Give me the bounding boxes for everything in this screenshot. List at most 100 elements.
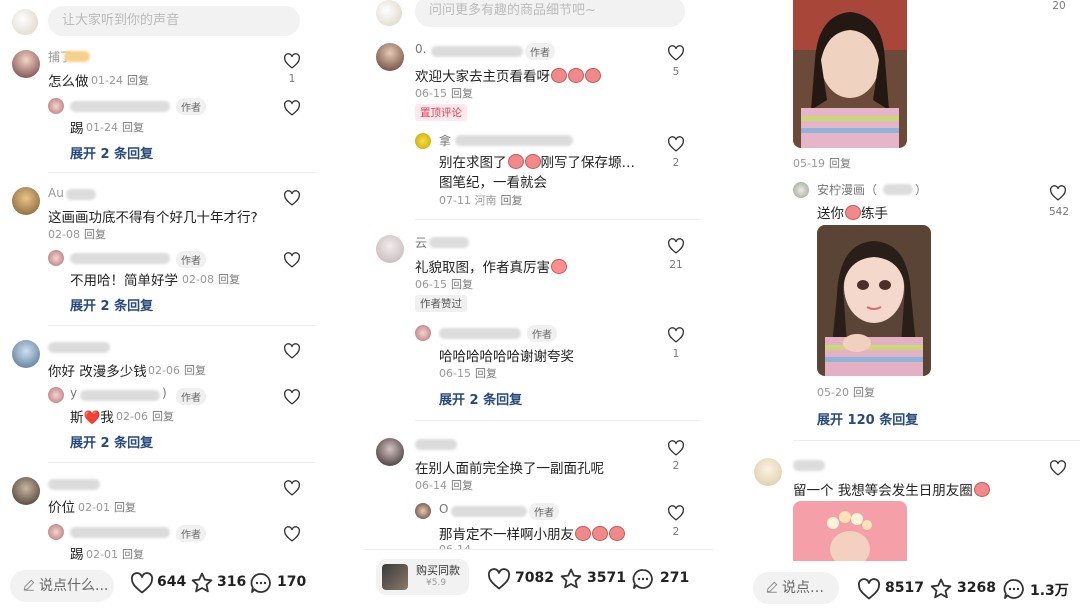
author-avatar[interactable] <box>415 503 431 519</box>
commenter-name[interactable]: 0. <box>415 42 426 56</box>
bottom-comment-input[interactable]: 说点… <box>753 572 839 604</box>
expand-replies-link[interactable]: 展开 2 条回复 <box>70 295 153 314</box>
comment-image[interactable] <box>793 501 907 561</box>
bottom-comment-input[interactable]: 说点什么... <box>10 570 114 602</box>
commenter-avatar[interactable] <box>12 477 40 505</box>
like-count: 2 <box>672 460 680 472</box>
comment-panel-left: 让大家听到你的声音 捕了 怎么做 01-24 回复 1 作者 踢 01-24 回复 … <box>0 0 355 610</box>
commenter-avatar[interactable] <box>376 235 404 263</box>
comment-meta: 05-19 回复 <box>793 157 851 170</box>
commenter-avatar[interactable] <box>12 187 40 215</box>
replier-name[interactable]: 拿 <box>439 132 451 149</box>
comment-bubble-icon[interactable] <box>631 567 655 591</box>
author-avatar[interactable] <box>415 325 431 341</box>
like-heart-icon[interactable] <box>283 480 301 496</box>
buy-same-button[interactable]: 购买同款 ¥5.9 <box>376 559 469 595</box>
commenter-avatar[interactable] <box>12 340 40 368</box>
like-heart-icon[interactable] <box>283 190 301 206</box>
product-thumbnail <box>382 564 408 590</box>
expand-replies-link[interactable]: 展开 2 条回复 <box>70 432 153 451</box>
like-heart-icon[interactable] <box>667 505 685 521</box>
reply-meta: 01-24 回复 <box>86 121 144 134</box>
reply-button[interactable]: 回复 <box>152 410 174 423</box>
author-name[interactable]: 安柠漫画（ <box>817 181 877 198</box>
author-avatar[interactable] <box>48 524 64 540</box>
author-avatar[interactable] <box>793 182 809 198</box>
author-name[interactable]: O <box>439 502 448 516</box>
reply-button[interactable]: 回复 <box>184 364 206 377</box>
like-heart-icon[interactable] <box>667 327 685 343</box>
like-heart-icon[interactable] <box>667 440 685 456</box>
commenter-avatar[interactable] <box>376 43 404 71</box>
divider <box>793 440 1080 441</box>
product-price: ¥5.9 <box>426 578 447 588</box>
commenter-avatar[interactable] <box>376 438 404 466</box>
reply-button[interactable]: 回复 <box>853 386 875 399</box>
like-count: 2 <box>672 526 680 538</box>
emoji-icon <box>568 68 584 83</box>
favorite-total: 3571 <box>587 570 626 586</box>
like-heart-icon[interactable] <box>283 53 301 69</box>
author-badge: 作者 <box>529 503 559 520</box>
emoji-icon <box>551 68 567 83</box>
comment-bubble-icon[interactable] <box>249 571 273 595</box>
reply-button[interactable]: 回复 <box>84 228 106 241</box>
reply-button[interactable]: 回复 <box>451 278 473 291</box>
like-heart-icon[interactable] <box>283 252 301 268</box>
like-heart-icon[interactable] <box>667 45 685 61</box>
emoji-icon <box>609 526 625 541</box>
like-count: 1 <box>288 73 296 85</box>
commenter-avatar[interactable] <box>12 50 40 78</box>
comment-input[interactable]: 让大家听到你的声音 <box>48 6 300 36</box>
like-heart-icon[interactable] <box>667 136 685 152</box>
like-heart-icon[interactable] <box>283 526 301 542</box>
author-avatar[interactable] <box>48 387 64 403</box>
bottom-action-bar: 说点什么... 644 316 170 <box>0 562 355 610</box>
favorite-star-icon[interactable] <box>190 571 214 595</box>
like-count: 20 <box>1052 0 1066 12</box>
pen-icon <box>22 578 36 592</box>
emoji-icon <box>575 526 591 541</box>
reply-button[interactable]: 回复 <box>451 87 473 100</box>
like-heart-icon[interactable] <box>130 571 154 595</box>
comment-image[interactable] <box>817 225 931 376</box>
reply-meta: 02-06 回复 <box>116 410 174 423</box>
comment-image[interactable] <box>793 0 907 148</box>
reply-button[interactable]: 回复 <box>114 501 136 514</box>
comment-input[interactable]: 问问更多有趣的商品细节吧~ <box>415 0 685 27</box>
reply-meta: 02-08 回复 <box>182 273 240 286</box>
reply-button[interactable]: 回复 <box>475 367 497 380</box>
like-heart-icon[interactable] <box>283 389 301 405</box>
reply-button[interactable]: 回复 <box>122 121 144 134</box>
emoji-icon <box>845 205 861 220</box>
commenter-avatar[interactable] <box>754 458 782 486</box>
author-avatar[interactable] <box>48 250 64 266</box>
like-heart-icon[interactable] <box>487 567 511 591</box>
reply-button[interactable]: 回复 <box>218 273 240 286</box>
expand-replies-link[interactable]: 展开 120 条回复 <box>817 409 918 428</box>
comment-bubble-icon[interactable] <box>1002 577 1026 601</box>
like-heart-icon[interactable] <box>283 343 301 359</box>
divider <box>415 420 699 421</box>
like-heart-icon[interactable] <box>283 100 301 116</box>
commenter-name[interactable]: Au <box>48 186 64 200</box>
author-avatar[interactable] <box>48 98 64 114</box>
reply-text: 斯❤️我 <box>70 410 114 426</box>
like-heart-icon[interactable] <box>1049 460 1067 476</box>
reply-button[interactable]: 回复 <box>122 548 144 561</box>
expand-replies-link[interactable]: 展开 2 条回复 <box>439 389 522 408</box>
like-heart-icon[interactable] <box>1049 185 1067 201</box>
favorite-star-icon[interactable] <box>559 567 583 591</box>
replier-avatar[interactable] <box>415 133 431 149</box>
favorite-star-icon[interactable] <box>929 577 953 601</box>
reply-button[interactable]: 回复 <box>127 74 149 87</box>
reply-text: 不用哈！简单好学 <box>70 273 178 289</box>
reply-button[interactable]: 回复 <box>500 194 522 207</box>
like-heart-icon[interactable] <box>857 577 881 601</box>
expand-replies-link[interactable]: 展开 2 条回复 <box>70 143 153 162</box>
commenter-name[interactable]: 云 <box>415 234 427 251</box>
like-count: 21 <box>669 259 683 271</box>
reply-button[interactable]: 回复 <box>451 479 473 492</box>
reply-button[interactable]: 回复 <box>829 157 851 170</box>
like-heart-icon[interactable] <box>667 238 685 254</box>
